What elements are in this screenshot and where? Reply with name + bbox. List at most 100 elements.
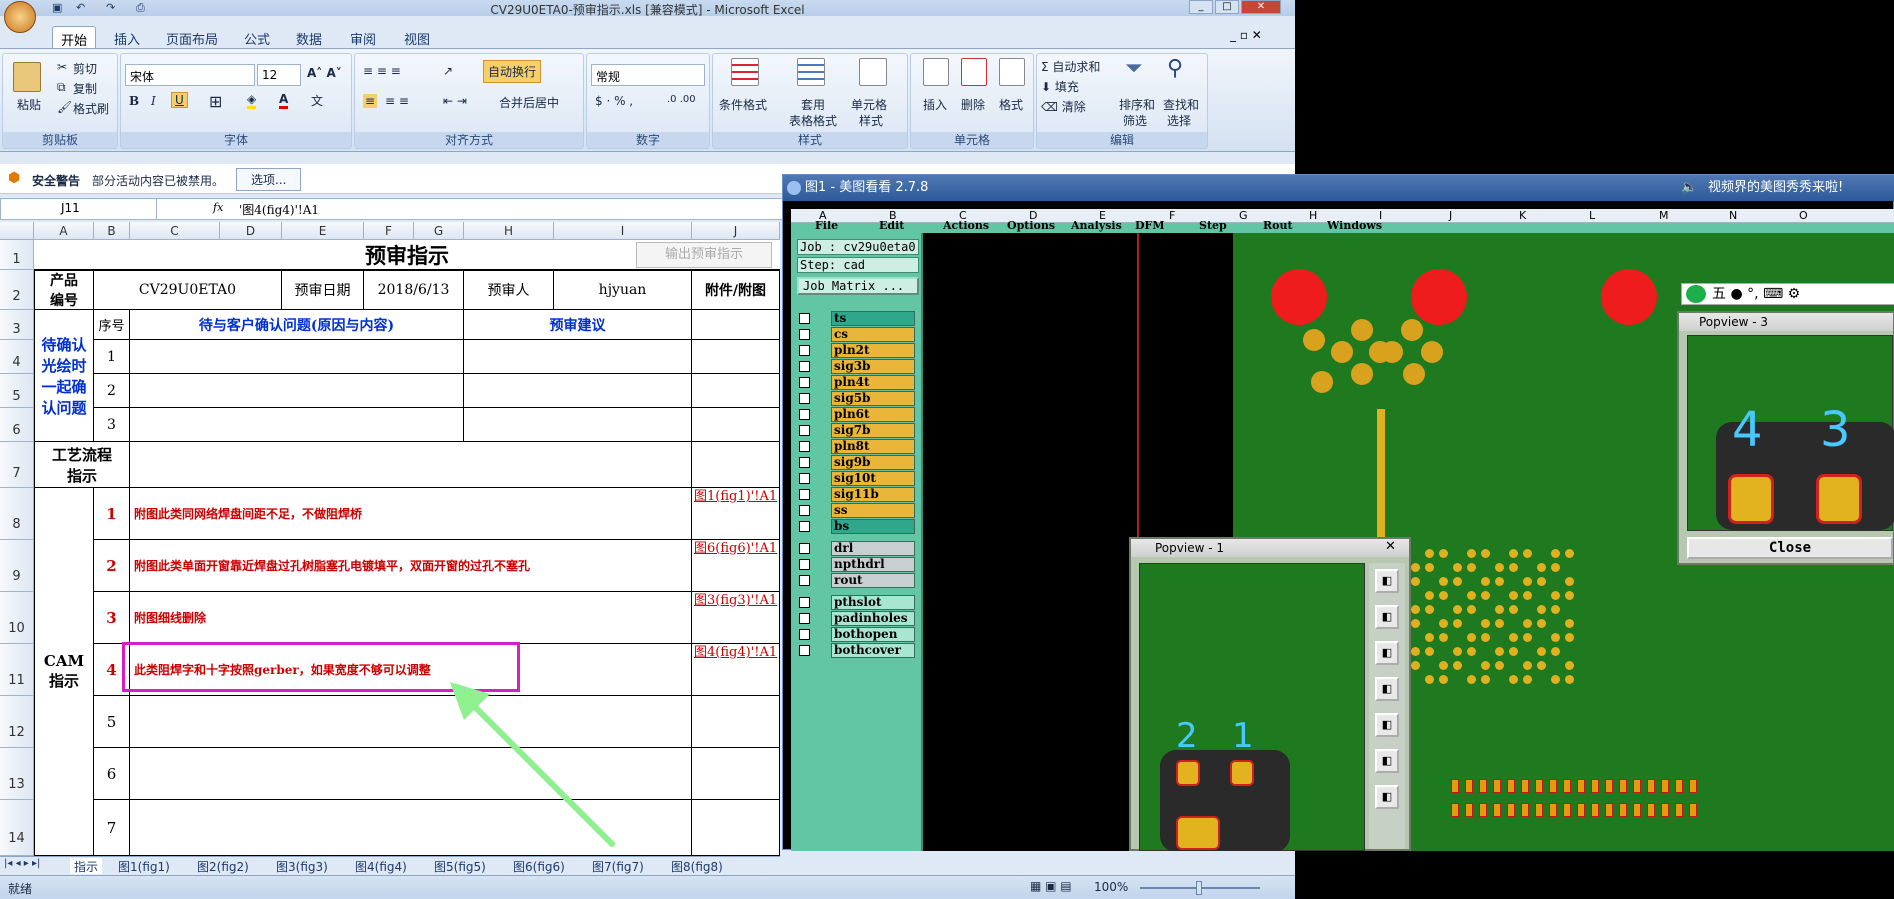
tab-data[interactable]: 数据 bbox=[288, 26, 330, 48]
col-header[interactable]: D bbox=[220, 222, 282, 240]
align-center-icon[interactable]: ≡ ≡ bbox=[385, 94, 409, 108]
wrap-text-button[interactable]: 自动换行 bbox=[483, 60, 542, 83]
layer-row[interactable]: sig10t bbox=[797, 471, 915, 486]
table-format-button-line1[interactable]: 套用 bbox=[801, 96, 825, 113]
speaker-icon[interactable]: 🔈 bbox=[1681, 175, 1697, 201]
minimize-button[interactable]: _ bbox=[1189, 0, 1213, 14]
popview-tool-button[interactable]: ◧ bbox=[1375, 605, 1399, 629]
genesis-menu-item[interactable]: File bbox=[815, 221, 838, 233]
row-header[interactable]: 8 bbox=[0, 488, 34, 540]
pending-question-cell[interactable] bbox=[130, 340, 464, 374]
paste-button[interactable]: 粘贴 bbox=[17, 96, 41, 113]
layer-checkbox[interactable] bbox=[799, 645, 810, 656]
cam-attachment-link[interactable]: 图1(fig1)'!A1 bbox=[692, 488, 780, 540]
cam-attachment-link[interactable]: 图6(fig6)'!A1 bbox=[692, 540, 780, 592]
layer-row[interactable]: npthdrl bbox=[797, 557, 915, 572]
popview-tool-button[interactable]: ◧ bbox=[1375, 641, 1399, 665]
number-format-select[interactable]: 常规 bbox=[591, 64, 705, 86]
layer-row[interactable]: pthslot bbox=[797, 595, 915, 610]
genesis-menu-item[interactable]: Options bbox=[1007, 221, 1055, 233]
genesis-menu-item[interactable]: Windows bbox=[1327, 221, 1382, 233]
tab-formulas[interactable]: 公式 bbox=[236, 26, 278, 48]
sort-filter-line2[interactable]: 筛选 bbox=[1123, 112, 1147, 129]
sheet-tab[interactable]: 图3(fig3) bbox=[276, 858, 328, 874]
row-header[interactable]: 7 bbox=[0, 442, 34, 488]
fill-button[interactable]: ⬇ 填充 bbox=[1041, 78, 1079, 95]
row-header[interactable]: 5 bbox=[0, 374, 34, 408]
layer-row[interactable]: ss bbox=[797, 503, 915, 518]
col-header[interactable]: F bbox=[364, 222, 414, 240]
conditional-format-button[interactable]: 条件格式 bbox=[719, 96, 767, 113]
close-button[interactable]: ✕ bbox=[1241, 0, 1281, 14]
view-mode-icons[interactable]: ▦ ▣ ▤ bbox=[1030, 879, 1072, 893]
merge-center-button[interactable]: 合并后居中 bbox=[499, 94, 559, 111]
decimal-icon[interactable]: .0 .00 bbox=[667, 94, 696, 105]
genesis-menu-item[interactable]: Analysis bbox=[1071, 221, 1122, 233]
layer-row[interactable]: drl bbox=[797, 541, 915, 556]
job-matrix-button[interactable]: Job Matrix ... bbox=[797, 277, 919, 295]
find-select-line1[interactable]: 查找和 bbox=[1163, 96, 1199, 113]
cell-styles-button-line1[interactable]: 单元格 bbox=[851, 96, 887, 113]
popview-tool-button[interactable]: ◧ bbox=[1375, 749, 1399, 773]
layer-row[interactable]: sig5b bbox=[797, 391, 915, 406]
layer-checkbox[interactable] bbox=[799, 345, 810, 356]
attachment-cell[interactable] bbox=[692, 310, 780, 340]
layer-row[interactable]: padinholes bbox=[797, 611, 915, 626]
layer-checkbox[interactable] bbox=[799, 361, 810, 372]
ime-toolbar[interactable]: 五 ● °, ⌨ ⚙ bbox=[1681, 283, 1894, 305]
cut-button[interactable]: 剪切 bbox=[73, 60, 97, 77]
col-header[interactable]: I bbox=[554, 222, 692, 240]
format-painter-button[interactable]: 格式刷 bbox=[73, 100, 109, 117]
insert-button[interactable]: 插入 bbox=[923, 96, 947, 113]
col-header[interactable]: C bbox=[130, 222, 220, 240]
cam-attachment-link[interactable]: 图4(fig4)'!A1 bbox=[692, 644, 780, 696]
col-header[interactable]: H bbox=[464, 222, 554, 240]
row-header[interactable]: 1 bbox=[0, 240, 34, 270]
font-size-select[interactable]: 12 bbox=[257, 64, 301, 86]
cam-attachment-link[interactable] bbox=[692, 748, 780, 800]
layer-checkbox[interactable] bbox=[799, 613, 810, 624]
layer-row[interactable]: sig3b bbox=[797, 359, 915, 374]
genesis-menu-item[interactable]: Edit bbox=[879, 221, 904, 233]
layer-row[interactable]: pln8t bbox=[797, 439, 915, 454]
row-header[interactable]: 6 bbox=[0, 408, 34, 442]
phonetic-icon[interactable]: 文 bbox=[311, 92, 323, 109]
undo-icon[interactable]: ↶ bbox=[76, 1, 85, 14]
col-header[interactable]: B bbox=[94, 222, 130, 240]
bold-button[interactable]: B bbox=[129, 94, 139, 108]
popview-tool-button[interactable]: ◧ bbox=[1375, 677, 1399, 701]
popview-tool-button[interactable]: ◧ bbox=[1375, 569, 1399, 593]
layer-checkbox[interactable] bbox=[799, 313, 810, 324]
font-name-select[interactable]: 宋体 bbox=[125, 64, 255, 86]
sort-filter-line1[interactable]: 排序和 bbox=[1119, 96, 1155, 113]
cam-attachment-link[interactable]: 图3(fig3)'!A1 bbox=[692, 592, 780, 644]
viewer-promo[interactable]: 视频界的美图秀秀来啦! bbox=[1708, 175, 1843, 201]
cam-attachment-link[interactable] bbox=[692, 696, 780, 748]
clear-button[interactable]: ⌫ 清除 bbox=[1041, 98, 1086, 115]
name-box[interactable]: J11 bbox=[1, 199, 157, 219]
sheet-tab[interactable]: 图8(fig8) bbox=[671, 858, 723, 874]
office-button[interactable] bbox=[4, 1, 36, 33]
tab-home[interactable]: 开始 bbox=[52, 26, 97, 49]
attachment-cell[interactable] bbox=[692, 340, 780, 374]
zoom-slider-thumb[interactable] bbox=[1196, 881, 1202, 895]
currency-icon[interactable]: $ · % , bbox=[595, 94, 633, 108]
underline-button[interactable]: U bbox=[171, 92, 188, 108]
formula-input[interactable]: '图4(fig4)'!A1 bbox=[239, 201, 319, 218]
sheet-nav-icon[interactable]: |◂ ◂ ▸ ▸| bbox=[4, 858, 40, 874]
attachment-cell[interactable] bbox=[692, 442, 780, 488]
cam-instruction-cell[interactable]: 附图细线删除 bbox=[130, 592, 692, 644]
pending-suggestion-cell[interactable] bbox=[464, 340, 692, 374]
redo-icon[interactable]: ↷ bbox=[106, 1, 115, 14]
genesis-menu-item[interactable]: Actions bbox=[943, 221, 989, 233]
layer-checkbox[interactable] bbox=[799, 329, 810, 340]
cam-instruction-cell[interactable]: 附图此类单面开窗靠近焊盘过孔树脂塞孔电镀填平，双面开窗的过孔不塞孔 bbox=[130, 540, 692, 592]
delete-button[interactable]: 删除 bbox=[961, 96, 985, 113]
maximize-button[interactable]: □ bbox=[1215, 0, 1239, 14]
layer-checkbox[interactable] bbox=[799, 409, 810, 420]
layer-checkbox[interactable] bbox=[799, 457, 810, 468]
layer-row[interactable]: pln6t bbox=[797, 407, 915, 422]
row-header[interactable]: 9 bbox=[0, 540, 34, 592]
pending-suggestion-cell[interactable] bbox=[464, 408, 692, 442]
tab-insert[interactable]: 插入 bbox=[106, 26, 148, 48]
